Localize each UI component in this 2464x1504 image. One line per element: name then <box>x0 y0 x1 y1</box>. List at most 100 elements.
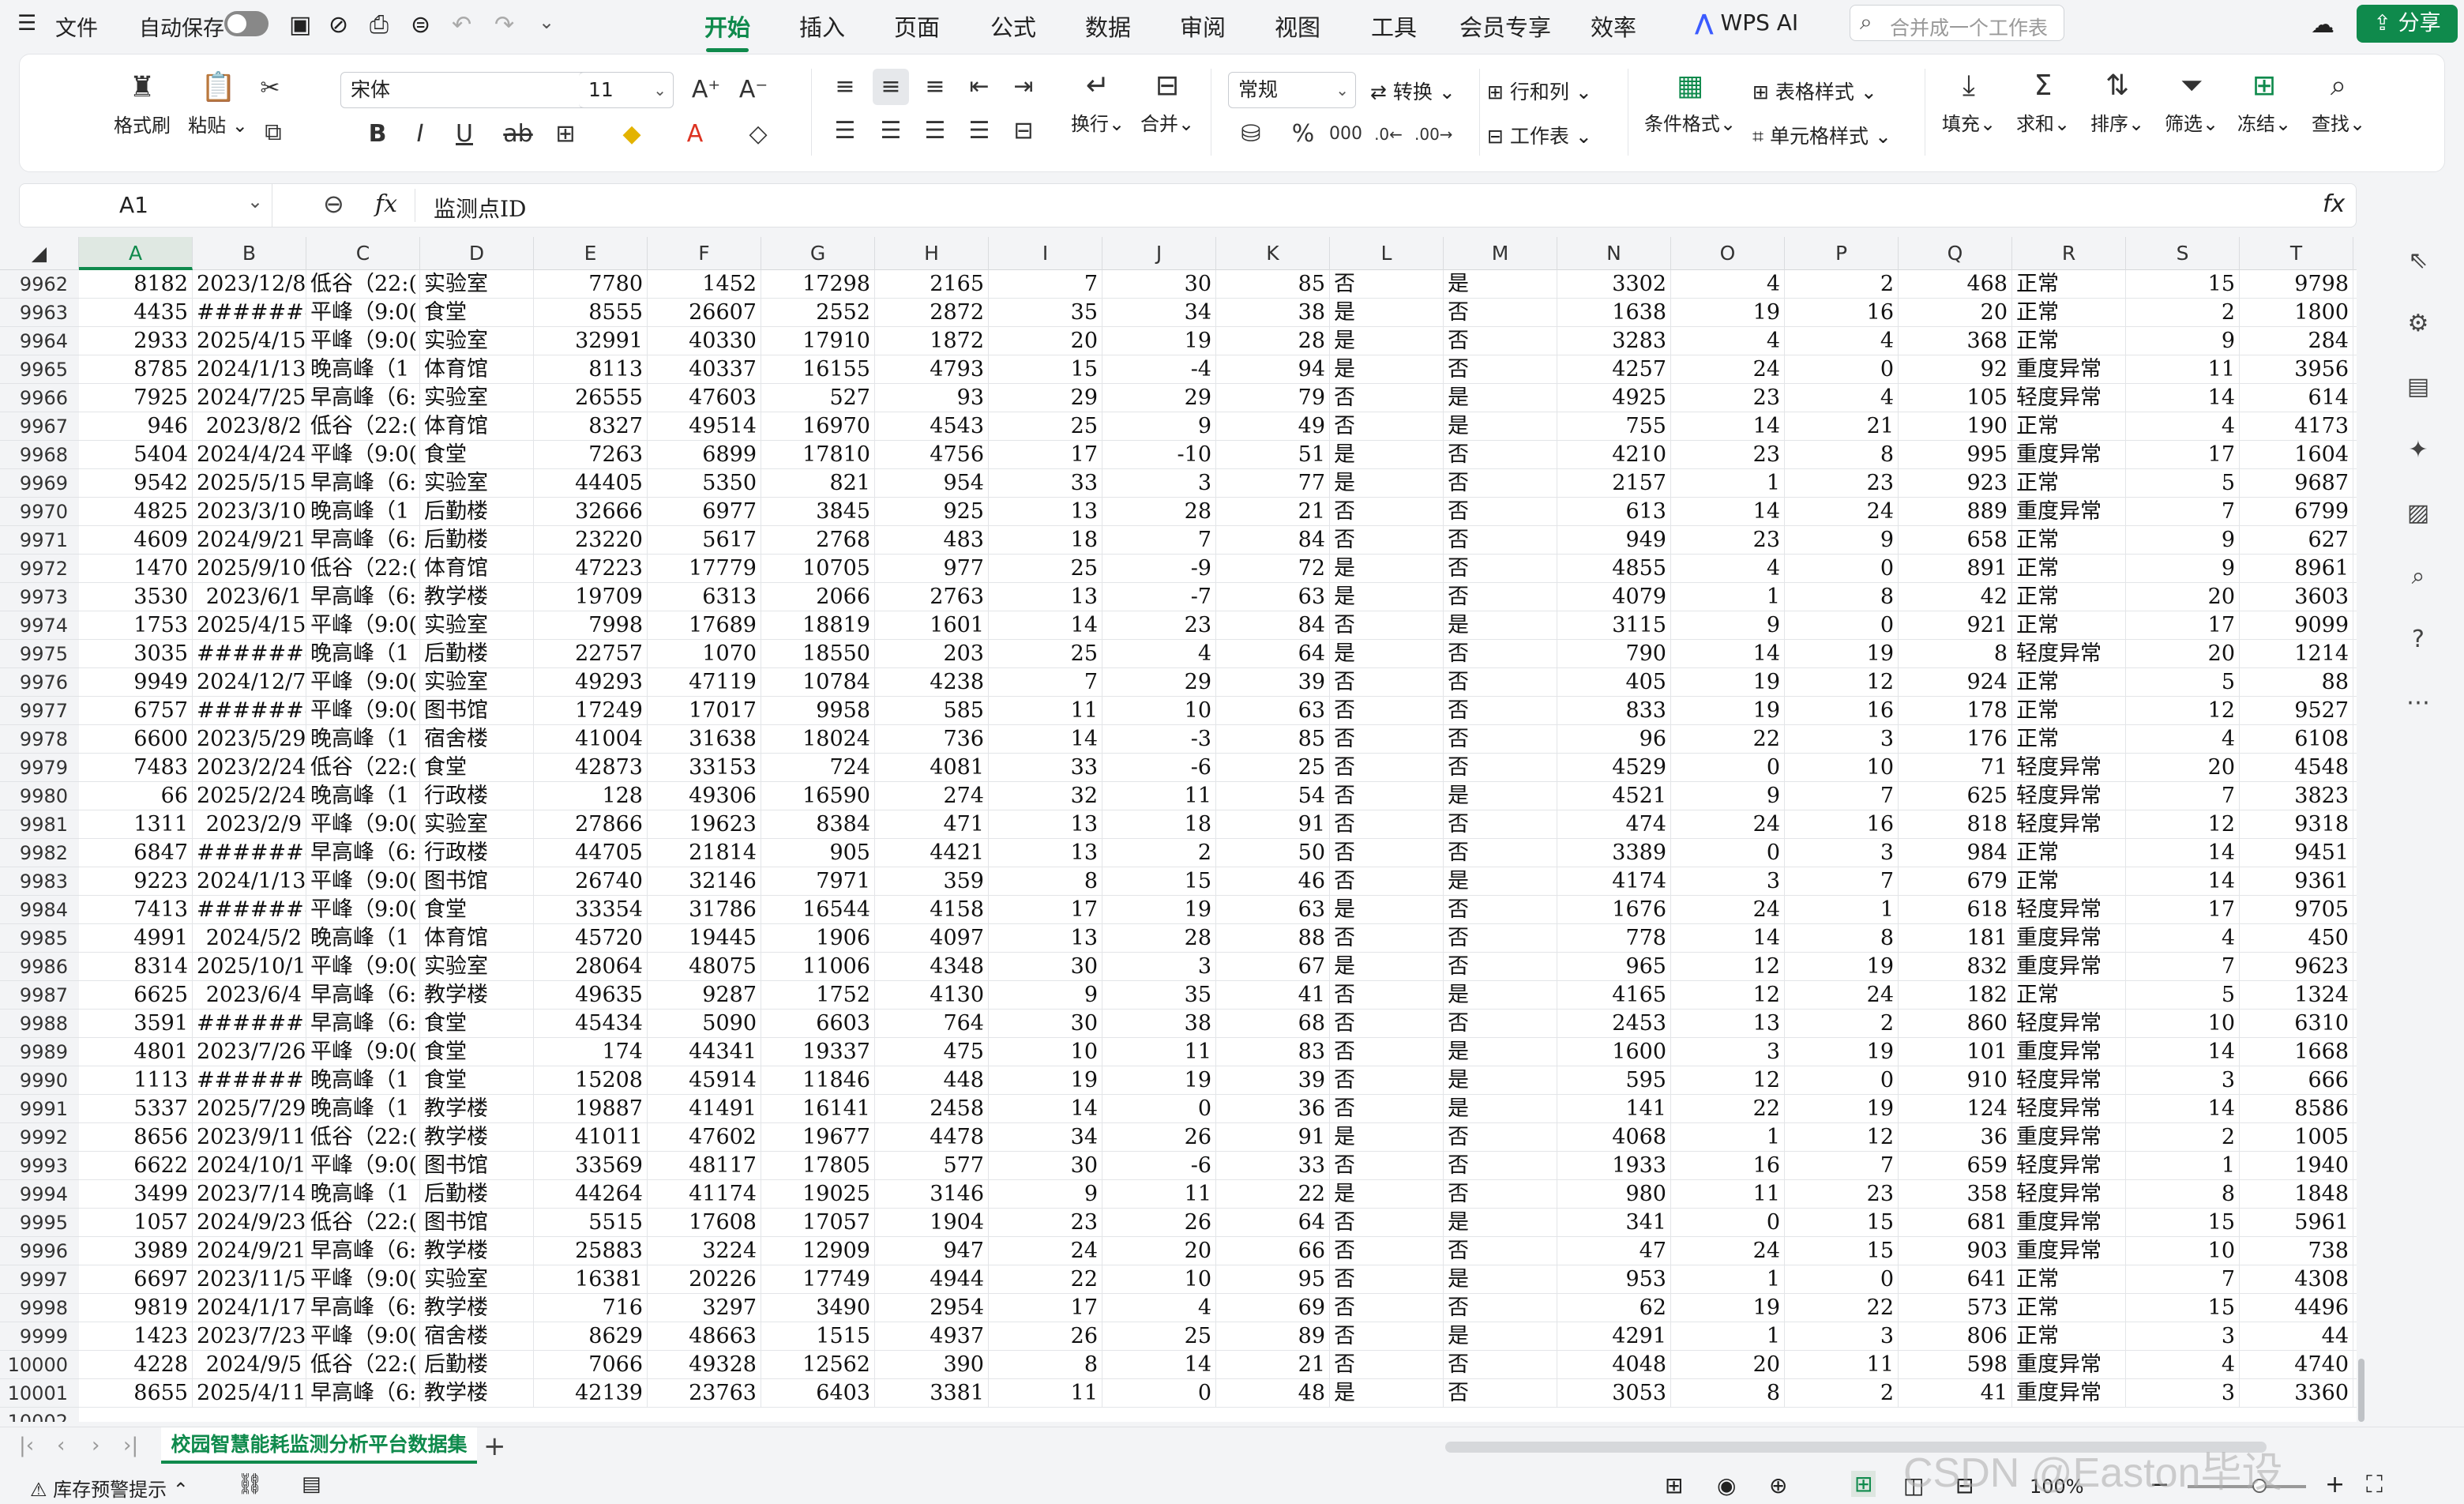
table-cell[interactable]: 69 <box>1216 1294 1330 1322</box>
table-cell[interactable]: 后勤楼 <box>420 640 534 668</box>
table-cell[interactable]: 101 <box>1899 1038 2012 1066</box>
table-cell[interactable]: 128 <box>534 782 648 810</box>
table-view-icon[interactable]: ⊞ <box>1665 1472 1683 1498</box>
table-cell[interactable]: 0 <box>1785 355 1899 384</box>
table-cell[interactable]: 否 <box>1444 1294 1557 1322</box>
table-cell[interactable]: 是 <box>1330 640 1444 668</box>
table-cell[interactable]: 2453 <box>1557 1010 1671 1038</box>
table-cell[interactable]: 否 <box>1330 924 1444 953</box>
table-cell[interactable]: 26555 <box>534 384 648 412</box>
table-cell[interactable]: 早高峰（6: <box>306 1379 420 1408</box>
table-cell[interactable]: 5 <box>2126 981 2240 1010</box>
table-cell[interactable]: 正常 <box>2012 299 2126 327</box>
table-cell[interactable]: 66 <box>79 782 193 810</box>
table-cell[interactable]: 15 <box>2126 270 2240 299</box>
table-cell[interactable]: 9 <box>2126 327 2240 355</box>
table-cell[interactable]: 27866 <box>534 810 648 839</box>
table-cell[interactable]: 738 <box>2240 1237 2353 1265</box>
table-cell[interactable]: 85 <box>1216 270 1330 299</box>
table-cell[interactable]: 实验室 <box>420 668 534 697</box>
table-cell[interactable]: 48117 <box>648 1152 761 1180</box>
table-cell[interactable]: 2024/1/13 <box>193 867 306 896</box>
table-cell[interactable]: 905 <box>761 839 875 867</box>
column-header-c[interactable]: C <box>306 237 420 270</box>
currency-icon[interactable]: ⛁ <box>1233 116 1269 152</box>
table-cell[interactable]: 12 <box>1671 953 1785 981</box>
table-cell[interactable]: -9 <box>1102 555 1216 583</box>
table-cell[interactable]: 0 <box>1785 1265 1899 1294</box>
table-cell[interactable]: 否 <box>1444 299 1557 327</box>
table-cell[interactable]: 4529 <box>1557 754 1671 782</box>
table-cell[interactable]: 5350 <box>648 469 761 498</box>
table-cell[interactable]: 早高峰（6: <box>306 839 420 867</box>
table-cell[interactable]: 否 <box>1444 754 1557 782</box>
table-cell[interactable]: 7 <box>1785 782 1899 810</box>
strikethrough-icon[interactable]: ab <box>500 116 536 152</box>
table-cell[interactable]: 7413 <box>79 896 193 924</box>
table-cell[interactable]: 368 <box>1899 327 2012 355</box>
table-cell[interactable]: 12 <box>1785 1123 1899 1152</box>
table-cell[interactable]: 轻度异常 <box>2012 1010 2126 1038</box>
table-cell[interactable]: 体育馆 <box>420 924 534 953</box>
table-cell[interactable]: 正常 <box>2012 412 2126 441</box>
row-header[interactable]: 9972 <box>0 555 79 583</box>
table-cell[interactable]: 889 <box>1899 498 2012 526</box>
row-header[interactable]: 9997 <box>0 1265 79 1294</box>
row-header[interactable]: 10002 <box>0 1408 79 1422</box>
table-cell[interactable]: 否 <box>1330 1265 1444 1294</box>
table-cell[interactable]: 是 <box>1444 270 1557 299</box>
table-cell[interactable]: 50 <box>1216 839 1330 867</box>
table-cell[interactable]: 11 <box>2126 355 2240 384</box>
table-cell[interactable]: 47602 <box>648 1123 761 1152</box>
table-cell[interactable]: 否 <box>1444 1237 1557 1265</box>
table-cell[interactable]: 33354 <box>534 896 648 924</box>
table-cell[interactable]: 否 <box>1330 1095 1444 1123</box>
table-cell[interactable]: 1752 <box>761 981 875 1010</box>
table-cell[interactable]: 41 <box>1899 1379 2012 1408</box>
table-cell[interactable]: 860 <box>1899 1010 2012 1038</box>
table-cell[interactable]: 早高峰（6: <box>306 981 420 1010</box>
table-cell[interactable]: 83 <box>1216 1038 1330 1066</box>
table-cell[interactable]: 21 <box>1785 412 1899 441</box>
row-header[interactable]: 9973 <box>0 583 79 611</box>
table-cell[interactable]: 14 <box>1671 924 1785 953</box>
table-cell[interactable]: 17 <box>2126 441 2240 469</box>
table-cell[interactable]: 16 <box>1785 810 1899 839</box>
table-cell[interactable]: 1311 <box>79 810 193 839</box>
table-cell[interactable]: 否 <box>1330 412 1444 441</box>
table-cell[interactable]: 19 <box>989 1066 1102 1095</box>
table-cell[interactable]: 32 <box>989 782 1102 810</box>
table-cell[interactable]: 4 <box>1102 640 1216 668</box>
increase-font-icon[interactable]: A⁺ <box>688 72 724 108</box>
table-cell[interactable]: 10 <box>989 1038 1102 1066</box>
table-cell[interactable]: 行政楼 <box>420 839 534 867</box>
column-header-t[interactable]: T <box>2240 237 2353 270</box>
table-cell[interactable]: 4548 <box>2240 754 2353 782</box>
table-cell[interactable]: 20 <box>1671 1351 1785 1379</box>
table-cell[interactable]: 12 <box>1671 981 1785 1010</box>
table-cell[interactable]: 40337 <box>648 355 761 384</box>
table-cell[interactable]: 9527 <box>2240 697 2353 725</box>
table-cell[interactable]: 2023/7/14 <box>193 1180 306 1209</box>
table-cell[interactable]: 实验室 <box>420 384 534 412</box>
table-cell[interactable]: 1848 <box>2240 1180 2353 1209</box>
table-cell[interactable]: 14 <box>2126 1095 2240 1123</box>
table-cell[interactable]: 14 <box>989 1095 1102 1123</box>
table-cell[interactable]: 832 <box>1899 953 2012 981</box>
table-cell[interactable]: 7 <box>1785 1152 1899 1180</box>
search-box[interactable]: ⌕ 合并成一个工作表 <box>1850 5 2064 41</box>
image-icon[interactable]: ▨ <box>2402 498 2434 529</box>
table-cell[interactable]: 4048 <box>1557 1351 1671 1379</box>
table-cell[interactable]: 19025 <box>761 1180 875 1209</box>
table-cell[interactable]: 24 <box>1671 810 1785 839</box>
table-cell[interactable]: 618 <box>1899 896 2012 924</box>
row-header[interactable]: 9962 <box>0 270 79 299</box>
table-cell[interactable]: 12 <box>1785 668 1899 697</box>
table-cell[interactable]: 1940 <box>2240 1152 2353 1180</box>
table-cell[interactable]: 8 <box>2126 1180 2240 1209</box>
table-cell[interactable]: 否 <box>1330 1010 1444 1038</box>
table-cell[interactable]: 26740 <box>534 867 648 896</box>
table-cell[interactable]: 3381 <box>875 1379 989 1408</box>
table-cell[interactable]: 47223 <box>534 555 648 583</box>
table-cell[interactable]: 5515 <box>534 1209 648 1237</box>
